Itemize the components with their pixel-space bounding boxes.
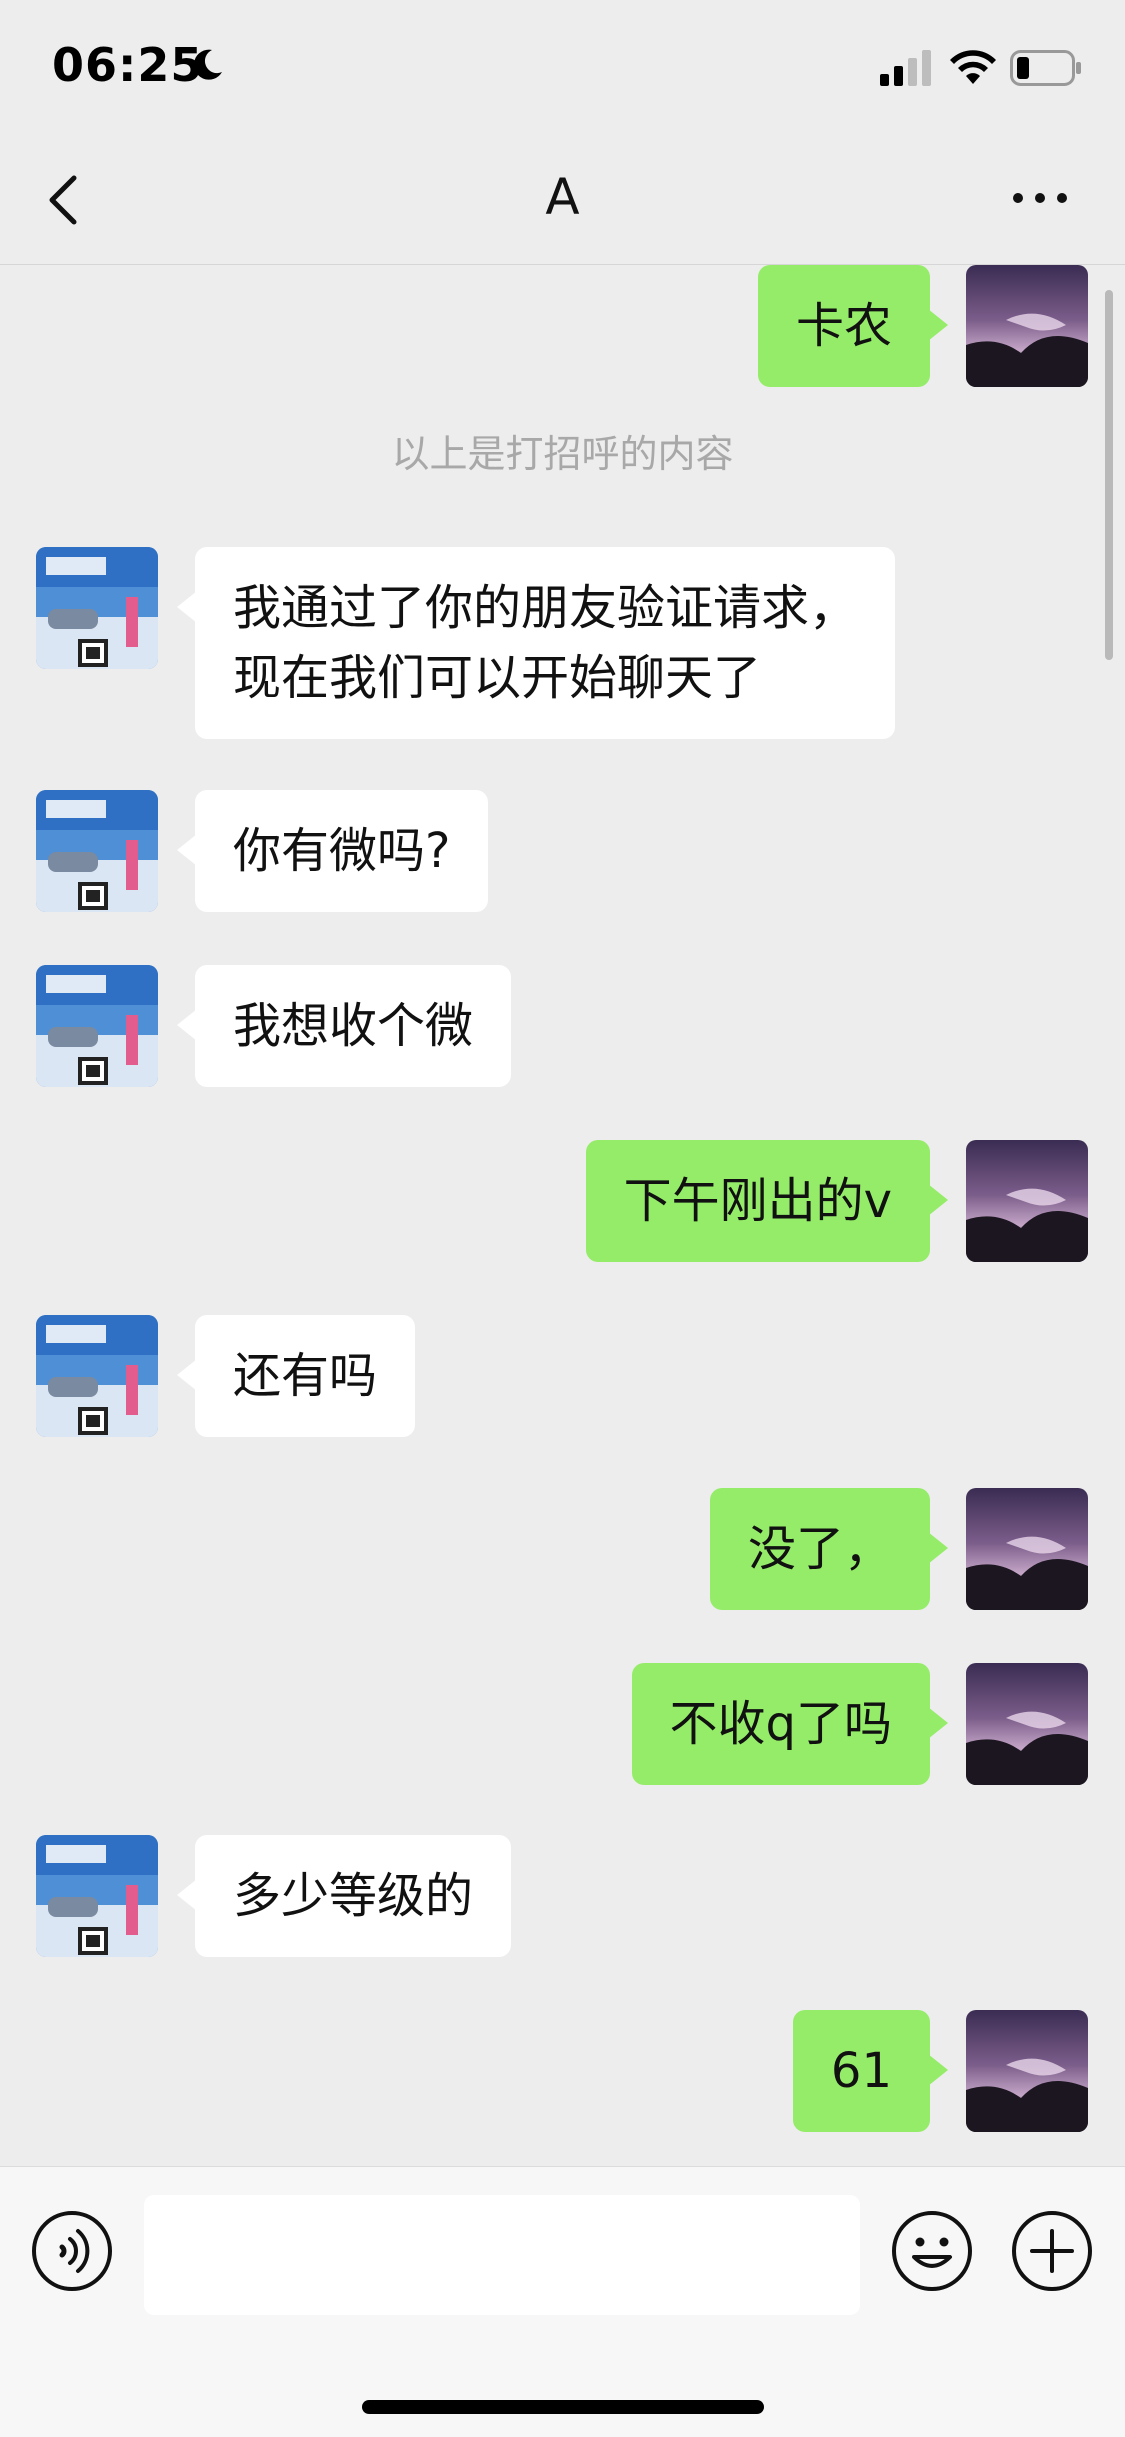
message-list[interactable]: 卡农以上是打招呼的内容我通过了你的朋友验证请求， 现在我们可以开始聊天了你有微吗… — [0, 265, 1125, 2165]
contact-avatar[interactable] — [36, 547, 158, 669]
message-bubble[interactable]: 61 — [792, 2010, 949, 2132]
scrollbar[interactable] — [1105, 290, 1113, 660]
contact-avatar[interactable] — [36, 1315, 158, 1437]
battery-icon — [1010, 50, 1081, 86]
my-avatar[interactable] — [966, 1140, 1088, 1262]
message-bubble[interactable]: 没了， — [709, 1488, 949, 1610]
moon-icon — [193, 49, 222, 80]
plus-icon[interactable] — [1010, 2209, 1094, 2293]
message-bubble[interactable]: 你有微吗? — [176, 790, 489, 912]
signal-icon — [880, 50, 931, 86]
more-dots-icon[interactable] — [1010, 178, 1070, 218]
message-bubble[interactable]: 多少等级的 — [176, 1835, 512, 1957]
contact-avatar[interactable] — [36, 1835, 158, 1957]
contact-avatar[interactable] — [36, 965, 158, 1087]
status-bar: 06:25 — [0, 0, 1125, 130]
contact-avatar[interactable] — [36, 790, 158, 912]
system-note: 以上是打招呼的内容 — [391, 432, 734, 476]
message-bubble[interactable]: 还有吗 — [176, 1315, 416, 1437]
chat-title: A — [545, 168, 580, 226]
message-bubble[interactable]: 下午刚出的v — [585, 1140, 949, 1262]
message-bubble[interactable]: 不收q了吗 — [631, 1663, 949, 1785]
emoji-icon[interactable] — [890, 2209, 974, 2293]
input-bar — [0, 2166, 1125, 2437]
my-avatar[interactable] — [966, 265, 1088, 387]
my-avatar[interactable] — [966, 1663, 1088, 1785]
voice-icon[interactable] — [30, 2209, 114, 2293]
wifi-icon — [950, 50, 996, 84]
message-bubble[interactable]: 我想收个微 — [176, 965, 512, 1087]
my-avatar[interactable] — [966, 2010, 1088, 2132]
chat-header: A — [0, 130, 1125, 265]
my-avatar[interactable] — [966, 1488, 1088, 1610]
status-time: 06:25 — [52, 38, 204, 92]
message-bubble[interactable]: 卡农 — [757, 265, 949, 387]
home-indicator — [362, 2400, 764, 2414]
message-input[interactable] — [144, 2195, 860, 2315]
message-bubble[interactable]: 我通过了你的朋友验证请求， 现在我们可以开始聊天了 — [176, 547, 896, 739]
